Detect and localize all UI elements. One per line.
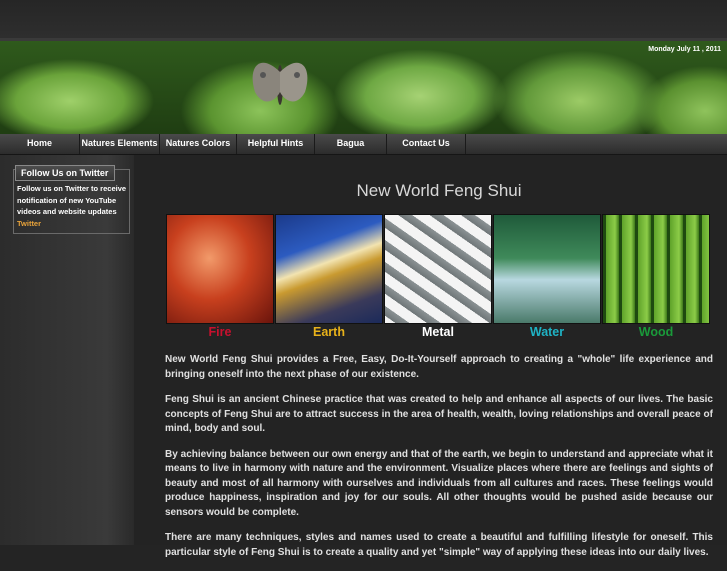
date-text: Monday July 11 , 2011	[648, 46, 721, 53]
twitter-box-text: Follow us on Twitter to receive notifica…	[17, 183, 127, 229]
metal-label-text: Metal	[422, 325, 454, 339]
paragraph: There are many techniques, styles and na…	[165, 532, 713, 558]
nav-natures-colors[interactable]: Natures Colors	[160, 134, 237, 154]
nav-bagua[interactable]: Bagua	[315, 134, 387, 154]
wood-label-text: Wood	[638, 325, 674, 339]
wood-image	[602, 214, 710, 324]
paragraph: Feng Shui is an ancient Chinese practice…	[165, 394, 713, 434]
water-label-text: Water	[529, 325, 565, 339]
water-image	[493, 214, 601, 324]
page-title: New World Feng Shui	[356, 181, 522, 200]
fire-image	[166, 214, 274, 324]
nav-home[interactable]: Home	[0, 134, 80, 154]
nav-contact-us[interactable]: Contact Us	[387, 134, 466, 154]
header-banner: Monday July 11 , 2011	[0, 38, 727, 136]
fire-label: Fire	[166, 325, 274, 339]
intro-text: New World Feng Shui provides a Free, Eas…	[165, 353, 713, 571]
earth-label: Earth	[275, 325, 383, 339]
earth-image	[275, 214, 383, 324]
water-label: Water	[493, 325, 601, 339]
main-nav: Home Natures Elements Natures Colors Hel…	[0, 134, 727, 155]
fire-label-text: Fire	[208, 325, 232, 339]
paragraph: By achieving balance between our own ene…	[165, 448, 713, 518]
nav-natures-elements[interactable]: Natures Elements	[80, 134, 160, 154]
earth-label-text: Earth	[313, 325, 345, 339]
butterfly-image	[252, 62, 308, 105]
wood-label: Wood	[602, 325, 710, 339]
twitter-box-title: Follow Us on Twitter	[15, 165, 115, 181]
twitter-description: Follow us on Twitter to receive notifica…	[17, 184, 127, 216]
twitter-link[interactable]: Twitter	[17, 219, 41, 228]
paragraph: New World Feng Shui provides a Free, Eas…	[165, 354, 713, 380]
metal-image	[384, 214, 492, 324]
top-bar	[0, 0, 727, 38]
metal-label: Metal	[384, 325, 492, 339]
nav-helpful-hints[interactable]: Helpful Hints	[237, 134, 315, 154]
